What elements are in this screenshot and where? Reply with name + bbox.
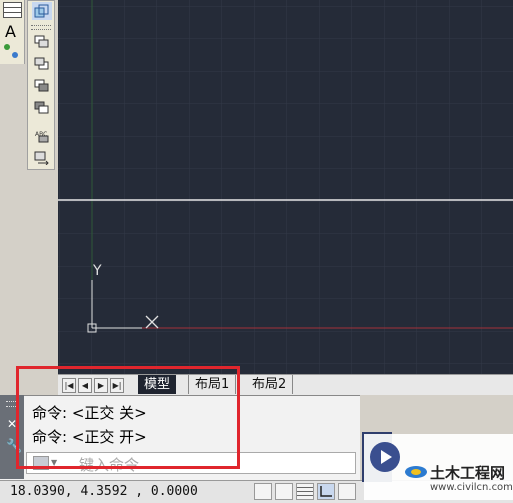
watermark-title: 土木工程网 (430, 464, 506, 482)
watermark: 土木工程网 www.civilcn.com (364, 434, 513, 500)
table-icon[interactable] (3, 2, 22, 18)
watermark-url: www.civilcn.com (430, 482, 513, 493)
coordinate-readout: 18.0390, 4.3592 , 0.0000 (10, 484, 198, 499)
highlight-box (16, 366, 240, 469)
ortho-mode-icon[interactable] (317, 483, 335, 500)
watermark-logo-icon (404, 464, 428, 478)
snap-mode-icon[interactable] (275, 483, 293, 500)
draw-order-front-icon[interactable] (32, 33, 52, 51)
add-selected-icon[interactable] (4, 44, 20, 60)
toolbar-grip[interactable] (31, 25, 51, 30)
draw-toolbar: A (0, 0, 25, 64)
draw-order-back-icon[interactable] (32, 55, 52, 73)
grid-display-icon[interactable] (296, 483, 314, 500)
dimension-front-icon[interactable] (32, 149, 52, 167)
multiline-text-button[interactable]: A (5, 22, 16, 41)
tab-layout2[interactable]: 布局2 (246, 375, 294, 394)
infer-constraints-icon[interactable] (254, 483, 272, 500)
3d-box-icon[interactable] (32, 2, 52, 20)
drawing-canvas[interactable]: Y (58, 0, 513, 375)
send-under-icon[interactable] (32, 99, 52, 117)
play-logo-icon (370, 442, 400, 472)
modify-toolbar: ABC (27, 0, 55, 170)
ucs-y-label: Y (92, 263, 102, 279)
bring-above-icon[interactable] (32, 77, 52, 95)
text-front-icon[interactable]: ABC (32, 127, 52, 145)
grid-svg: Y (58, 0, 513, 375)
polar-tracking-icon[interactable] (338, 483, 356, 500)
